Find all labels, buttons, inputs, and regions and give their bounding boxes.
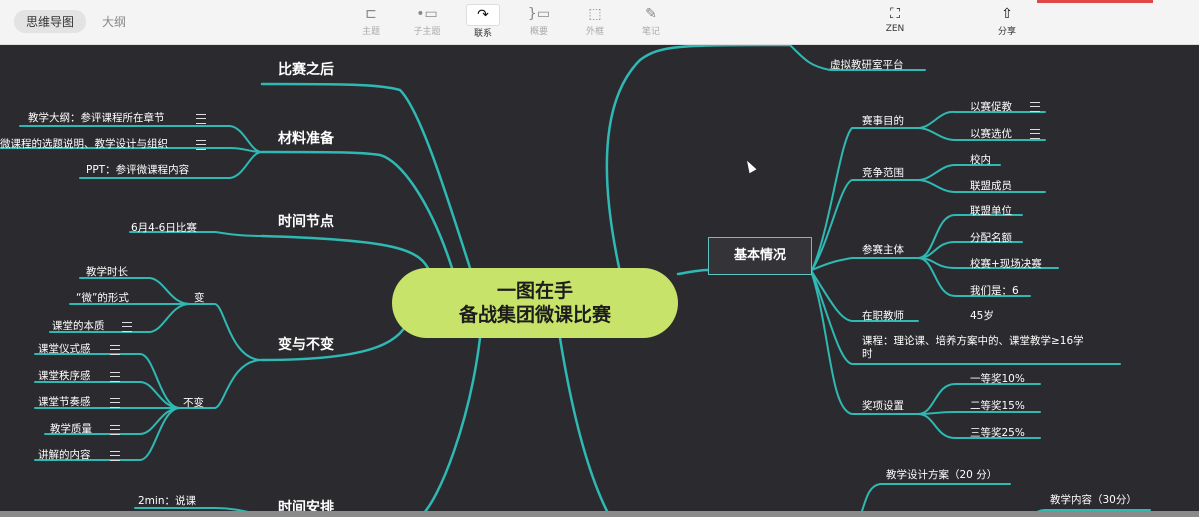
share-button[interactable]: ⇧ 分享	[984, 4, 1030, 40]
subtopic-label: 子主题	[413, 27, 441, 37]
topic-basic[interactable]: 基本情况	[708, 237, 812, 275]
central-topic-line-2: 备战集团微课比赛	[458, 304, 611, 326]
boundary-label: 外框	[585, 27, 604, 37]
keep-item[interactable]: 课堂仪式感	[38, 341, 91, 356]
basic-course-line-1[interactable]: 课程：理论课、培养方案中的、课堂教学≥16学	[862, 333, 1084, 348]
relation-icon: ↷	[466, 4, 500, 26]
note-icon[interactable]	[110, 372, 120, 382]
fullscreen-icon: ⛶	[890, 6, 900, 22]
subtopic-keep[interactable]: 不变	[183, 395, 204, 410]
summary-label: 概要	[529, 27, 548, 37]
note-icon[interactable]	[110, 425, 120, 435]
keep-item[interactable]: 课堂秩序感	[38, 368, 91, 383]
subtopic-course-topic[interactable]: 微课程的选题说明、教学设计与组织	[0, 136, 168, 151]
purpose-item[interactable]: 以赛选优	[970, 126, 1012, 141]
boundary-icon: ⬚	[588, 6, 602, 22]
toolbar: 思维导图 大纲 ⊏ 主题 •▭ 子主题 ↷ 联系 }▭ 概要 ⬚ 外框 ✎ 笔记…	[0, 0, 1199, 45]
central-topic[interactable]: 一图在手 备战集团微课比赛	[392, 268, 678, 338]
subtopic-schedule-item[interactable]: 2min：说课	[138, 493, 196, 508]
summary-icon: }▭	[527, 6, 551, 22]
zen-button[interactable]: ⛶ ZEN	[872, 4, 918, 40]
topic-timeline[interactable]: 时间节点	[278, 211, 334, 231]
note-button[interactable]: ✎ 笔记	[628, 4, 674, 40]
relation-button[interactable]: ↷ 联系	[460, 4, 506, 40]
red-indicator	[1037, 0, 1153, 3]
summary-button[interactable]: }▭ 概要	[516, 4, 562, 40]
basic-scope[interactable]: 竞争范围	[862, 165, 904, 180]
note-icon[interactable]	[110, 398, 120, 408]
subtopic-date[interactable]: 6月4-6日比赛	[131, 220, 197, 235]
topic-change[interactable]: 变与不变	[278, 334, 334, 354]
topic-design[interactable]: 教学设计方案（20 分）	[886, 467, 997, 482]
note-icon[interactable]	[196, 140, 206, 150]
basic-purpose[interactable]: 赛事目的	[862, 113, 904, 128]
share-label: 分享	[997, 27, 1016, 37]
subtopic-syllabus[interactable]: 教学大纲：参评课程所在章节	[28, 110, 165, 125]
relation-label: 联系	[473, 29, 492, 39]
subtopic-ppt[interactable]: PPT：参评微课程内容	[86, 162, 189, 177]
subtopic-icon: •▭	[416, 6, 438, 22]
topic-materials[interactable]: 材料准备	[278, 128, 334, 148]
mindmap-canvas[interactable]: 一图在手 备战集团微课比赛 比赛之后 材料准备 时间节点 变与不变 时间安排 教…	[0, 45, 1199, 517]
change-item[interactable]: 教学时长	[86, 264, 128, 279]
topic-after-match[interactable]: 比赛之后	[278, 59, 334, 79]
purpose-item[interactable]: 以赛促教	[970, 99, 1012, 114]
subtopic-change[interactable]: 变	[194, 290, 205, 305]
basic-awards[interactable]: 奖项设置	[862, 398, 904, 413]
note-icon[interactable]	[1030, 102, 1040, 112]
tab-mindmap[interactable]: 思维导图	[14, 9, 87, 33]
keep-item[interactable]: 讲解的内容	[38, 447, 91, 462]
scope-item[interactable]: 校内	[970, 152, 991, 167]
scope-item[interactable]: 联盟成员	[970, 178, 1012, 193]
topic-content[interactable]: 教学内容（30分）	[1050, 492, 1137, 507]
subject-item[interactable]: 分配名额	[970, 230, 1012, 245]
subtopic-button[interactable]: •▭ 子主题	[404, 4, 450, 40]
note-icon[interactable]	[110, 451, 120, 461]
change-item[interactable]: “微”的形式	[76, 290, 129, 305]
note-icon[interactable]	[110, 345, 120, 355]
boundary-button[interactable]: ⬚ 外框	[572, 4, 618, 40]
view-switch: 思维导图 大纲	[14, 9, 136, 33]
subtopic-virtual-platform[interactable]: 虚拟教研室平台	[830, 57, 904, 72]
keep-item[interactable]: 课堂节奏感	[38, 394, 91, 409]
basic-teacher[interactable]: 在职教师	[862, 308, 904, 323]
note-icon[interactable]	[1030, 129, 1040, 139]
topic-label: 主题	[361, 27, 380, 37]
subject-item[interactable]: 联盟单位	[970, 203, 1012, 218]
award-item[interactable]: 三等奖25%	[970, 425, 1025, 440]
share-icon: ⇧	[1001, 6, 1013, 22]
award-item[interactable]: 一等奖10%	[970, 371, 1025, 386]
basic-course-line-2[interactable]: 时	[862, 346, 873, 361]
basic-subject[interactable]: 参赛主体	[862, 242, 904, 257]
central-topic-line-1: 一图在手	[496, 280, 573, 302]
change-item[interactable]: 课堂的本质	[52, 318, 105, 333]
keep-item[interactable]: 教学质量	[50, 421, 92, 436]
teacher-age[interactable]: 45岁	[970, 308, 994, 323]
bottom-scrollbar[interactable]	[0, 511, 1199, 517]
note-icon: ✎	[645, 6, 657, 22]
subject-item[interactable]: 校赛+现场决赛	[970, 256, 1042, 271]
award-item[interactable]: 二等奖15%	[970, 398, 1025, 413]
subject-item[interactable]: 我们是：6	[970, 283, 1019, 298]
note-label: 笔记	[641, 27, 660, 37]
note-icon[interactable]	[122, 322, 132, 332]
note-icon[interactable]	[196, 114, 206, 124]
zen-label: ZEN	[885, 24, 905, 34]
topic-icon: ⊏	[365, 6, 377, 22]
topic-button[interactable]: ⊏ 主题	[348, 4, 394, 40]
tab-outline[interactable]: 大纲	[92, 10, 136, 33]
